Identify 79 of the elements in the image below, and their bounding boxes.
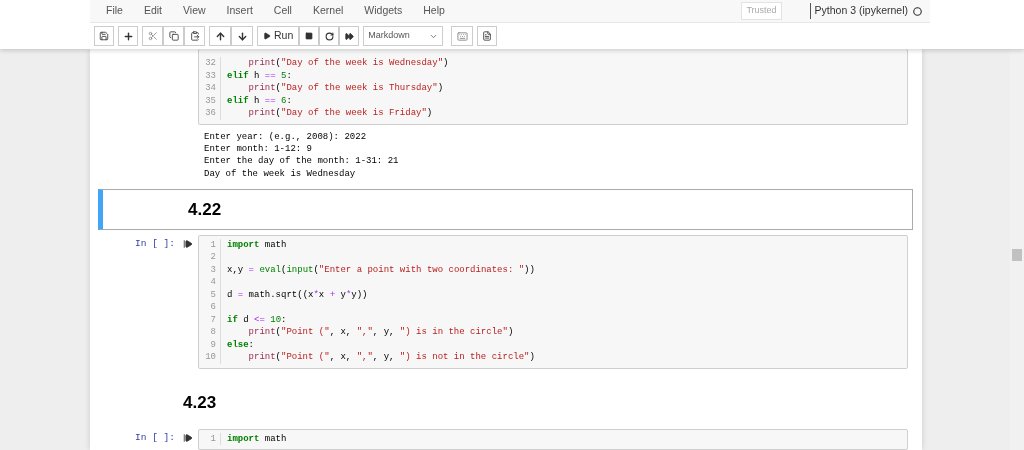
line-number: 33: [199, 69, 221, 82]
input-prompt: In [ ]:: [135, 431, 175, 444]
kernel-name[interactable]: Python 3 (ipykernel): [809, 3, 908, 19]
menu-item[interactable]: View: [175, 3, 214, 19]
save-icon: [99, 31, 109, 41]
markdown-cell[interactable]: 4.23: [98, 382, 913, 424]
stop-icon: [305, 32, 314, 40]
output-line: Enter the day of the month: 1-31: 21: [204, 155, 400, 168]
line-number: 34: [199, 82, 221, 95]
code-editor[interactable]: 32 print("Day of the week is Wednesday") 33 elif h == 5: 34 print("Day of the week is Thursday") 35 elif h == 6: 36 print("Day of the week is Friday"): [198, 49, 908, 125]
line-number: 10: [199, 351, 221, 364]
move-up-button[interactable]: [209, 26, 231, 46]
line-number: 1: [199, 238, 221, 252]
output-line: Enter month: 1-12: 9: [204, 142, 314, 156]
code-line: import math: [226, 238, 287, 252]
section-heading: 4.22: [188, 198, 222, 221]
move-down-button[interactable]: [231, 26, 253, 46]
cell-type-select[interactable]: Markdown: [363, 26, 444, 46]
code-line: print("Day of the week is Wednesday"): [247, 57, 449, 70]
run-button[interactable]: Run: [257, 26, 300, 46]
menu-item[interactable]: Widgets: [356, 3, 411, 19]
line-number: 1: [199, 432, 221, 445]
arrow-up-icon: [214, 30, 226, 42]
kernel-idle-icon: [913, 6, 922, 16]
code-line: elif h == 5:: [226, 69, 292, 82]
file-button[interactable]: [477, 26, 498, 46]
line-number: 4: [199, 276, 221, 289]
line-number: 6: [199, 301, 221, 314]
code-line: import math: [226, 432, 287, 445]
run-all-button[interactable]: [339, 26, 360, 46]
line-number: 8: [199, 326, 221, 339]
code-line: d = math.sqrt((x*x + y*y)): [226, 288, 368, 302]
play-icon: [263, 32, 271, 40]
line-number: 2: [199, 251, 221, 264]
menu-item[interactable]: Insert: [218, 3, 261, 19]
code-line: else:: [226, 338, 254, 352]
run-cell-icon[interactable]: [183, 238, 193, 249]
arrow-down-icon: [236, 30, 248, 42]
code-line: if d <= 10:: [226, 313, 287, 327]
line-number: 7: [199, 313, 221, 327]
code-line: x,y = eval(input("Enter a point with two coordinates: ")): [226, 263, 535, 277]
scissors-icon: [147, 31, 158, 41]
paste-button[interactable]: [184, 26, 205, 46]
restart-button[interactable]: [319, 26, 340, 46]
output-line: Day of the week is Wednesday: [204, 167, 357, 181]
run-cell-icon[interactable]: [183, 432, 193, 443]
code-line: print("Point (", x, ",", y, ") is in the circle"): [247, 326, 514, 339]
insert-cell-button[interactable]: [118, 26, 138, 46]
code-line: print("Day of the week is Thursday"): [247, 82, 444, 95]
line-number: 5: [199, 288, 221, 302]
section-heading: 4.23: [183, 392, 217, 415]
copy-button[interactable]: [163, 26, 184, 46]
code-line: elif h == 6:: [226, 94, 292, 107]
menu-item[interactable]: File: [90, 3, 131, 19]
line-number: 36: [199, 107, 221, 120]
line-number: 3: [199, 263, 221, 277]
paste-icon: [189, 31, 200, 41]
copy-icon: [168, 31, 179, 41]
scrollbar-thumb[interactable]: [1012, 249, 1022, 261]
line-number: 32: [199, 57, 221, 70]
markdown-cell[interactable]: 4.22: [98, 189, 913, 230]
line-number: 35: [199, 94, 221, 107]
keyboard-icon: [456, 30, 468, 42]
code-line: print("Day of the week is Friday"): [247, 107, 433, 120]
restart-icon: [324, 31, 334, 41]
fast-forward-icon: [344, 31, 354, 41]
menu-item[interactable]: Cell: [265, 3, 300, 19]
menu-item[interactable]: Help: [415, 3, 453, 19]
stop-button[interactable]: [299, 26, 320, 46]
output-line: Enter year: (e.g., 2008): 2022: [204, 130, 368, 143]
input-prompt: In [ ]:: [135, 237, 175, 250]
plus-icon: [122, 30, 134, 42]
menu-item[interactable]: Edit: [135, 3, 170, 19]
code-editor[interactable]: 1 import math: [198, 428, 908, 450]
save-button[interactable]: [94, 26, 114, 46]
line-number: 9: [199, 338, 221, 352]
document-icon: [482, 31, 493, 41]
menu-item[interactable]: Kernel: [304, 3, 352, 19]
code-line: print("Point (", x, ",", y, ") is not in the circle"): [247, 351, 535, 364]
